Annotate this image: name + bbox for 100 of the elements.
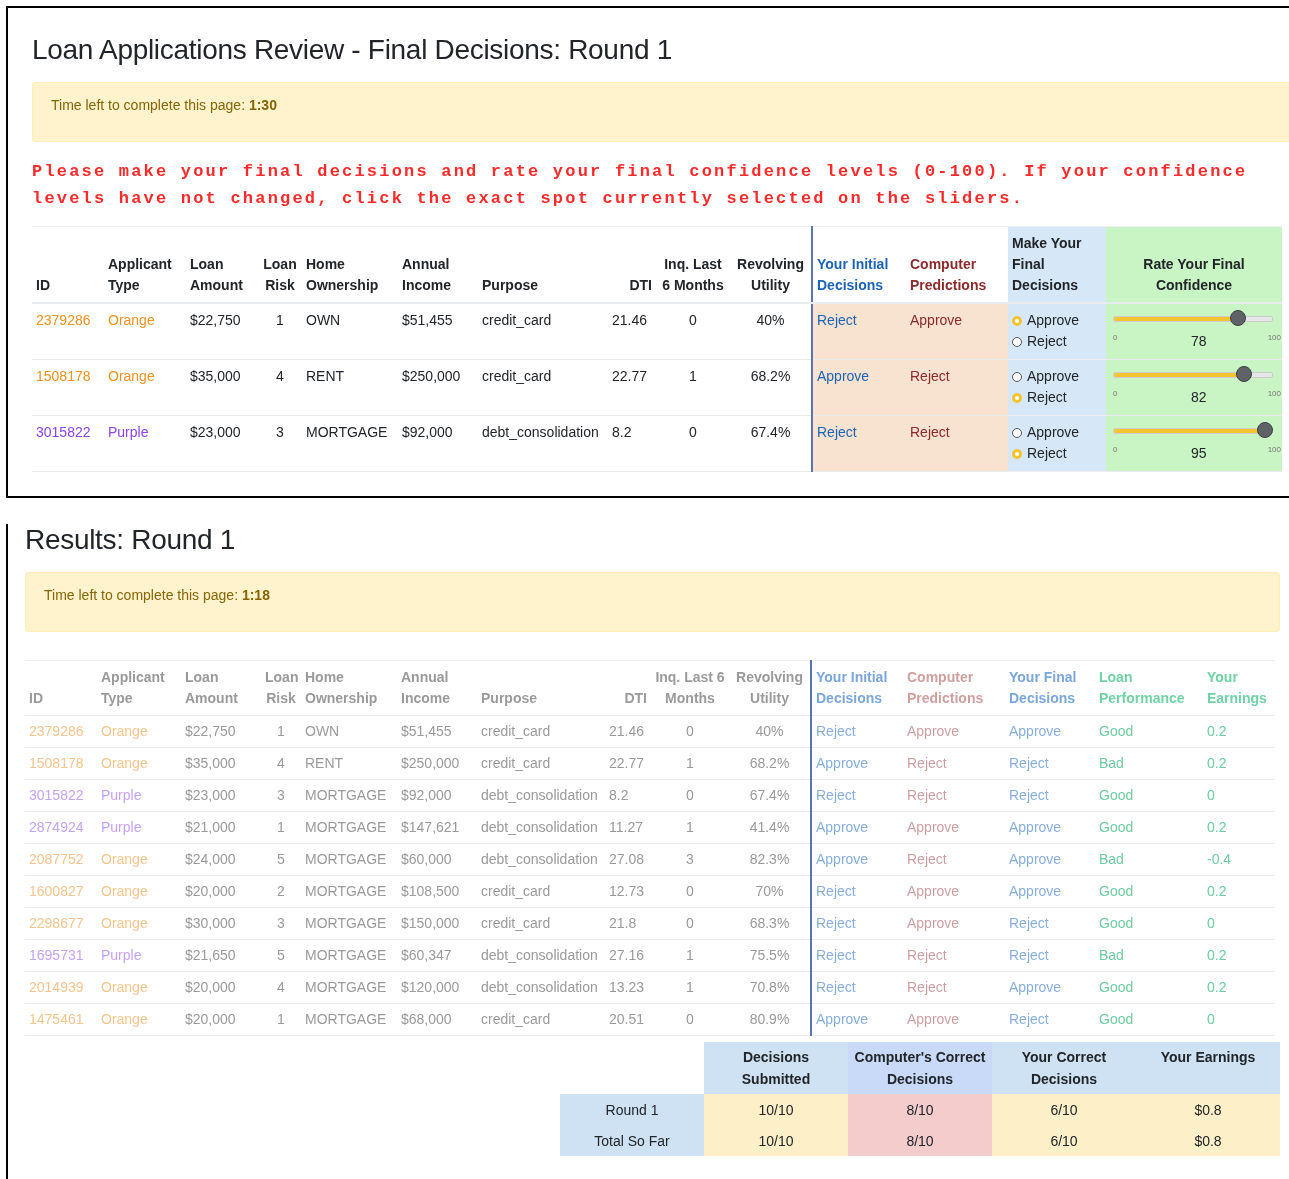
column-header: Applicant Type bbox=[104, 226, 186, 303]
radio-option[interactable]: Approve bbox=[1012, 310, 1102, 331]
table-cell: Approve bbox=[811, 747, 903, 780]
table-cell: MORTGAGE bbox=[301, 1003, 397, 1036]
table-cell: Bad bbox=[1095, 747, 1203, 780]
table-cell: $20,000 bbox=[181, 1003, 261, 1036]
table-cell: Approve bbox=[906, 303, 1008, 360]
confidence-value: 95 bbox=[1191, 444, 1207, 463]
table-cell: debt_consolidation bbox=[477, 971, 605, 1004]
table-cell: $250,000 bbox=[398, 359, 478, 416]
table-cell: 1 bbox=[261, 811, 301, 844]
table-cell: Orange bbox=[97, 875, 181, 908]
column-header: Loan Risk bbox=[261, 660, 301, 716]
table-cell: 0 bbox=[651, 715, 729, 748]
table-cell: Orange bbox=[97, 843, 181, 876]
radio-button[interactable] bbox=[1012, 371, 1022, 382]
table-cell: 41.4% bbox=[729, 811, 811, 844]
table-cell: MORTGAGE bbox=[301, 779, 397, 812]
table-cell: Reject bbox=[811, 907, 903, 940]
table-cell: 13.23 bbox=[605, 971, 651, 1004]
table-cell: $21,650 bbox=[181, 939, 261, 972]
table-cell: 0.2 bbox=[1203, 971, 1275, 1004]
table-cell: $68,000 bbox=[397, 1003, 477, 1036]
table-cell: debt_consolidation bbox=[477, 811, 605, 844]
column-header: Home Ownership bbox=[302, 226, 398, 303]
table-cell: $21,000 bbox=[181, 811, 261, 844]
table-cell: $30,000 bbox=[181, 907, 261, 940]
table-cell: $60,000 bbox=[397, 843, 477, 876]
radio-option[interactable]: Approve bbox=[1012, 422, 1102, 443]
table-cell: Reject bbox=[1005, 939, 1095, 972]
table-cell: Orange bbox=[97, 747, 181, 780]
table-cell: $23,000 bbox=[186, 415, 258, 472]
table-cell: Reject bbox=[812, 303, 906, 360]
row-header: Round 1 bbox=[560, 1094, 704, 1125]
table-cell: 3 bbox=[651, 843, 729, 876]
table-cell: 40% bbox=[729, 715, 811, 748]
timer-notice: Time left to complete this page: 1:18 bbox=[25, 572, 1280, 632]
table-cell: $60,347 bbox=[397, 939, 477, 972]
table-cell: Approve bbox=[1005, 811, 1095, 844]
page-title: Results: Round 1 bbox=[25, 524, 236, 556]
table-cell: 6/10 bbox=[992, 1125, 1136, 1156]
table-cell: $20,000 bbox=[181, 971, 261, 1004]
slider-thumb[interactable] bbox=[1229, 310, 1246, 326]
radio-option[interactable]: Reject bbox=[1012, 331, 1102, 352]
table-cell: Orange bbox=[97, 971, 181, 1004]
scale-label: 100 bbox=[1267, 444, 1281, 456]
table-cell: Orange bbox=[97, 907, 181, 940]
table-cell: Good bbox=[1095, 875, 1203, 908]
slider-thumb[interactable] bbox=[1257, 422, 1273, 438]
table-cell: Reject bbox=[1005, 747, 1095, 780]
table-cell: 21.46 bbox=[605, 715, 651, 748]
table-cell: 22.77 bbox=[605, 747, 651, 780]
table-cell: 8.2 bbox=[605, 779, 651, 812]
timer-notice: Time left to complete this page: 1:30 bbox=[32, 82, 1289, 142]
table-cell: Approve bbox=[811, 1003, 903, 1036]
radio-button[interactable] bbox=[1012, 336, 1022, 347]
table-cell: MORTGAGE bbox=[301, 939, 397, 972]
table-cell: Reject bbox=[811, 971, 903, 1004]
table-cell: OWN bbox=[302, 303, 398, 360]
table-cell: 4 bbox=[261, 747, 301, 780]
radio-option[interactable]: Reject bbox=[1012, 387, 1102, 408]
column-header: Your Correct Decisions bbox=[992, 1042, 1136, 1094]
table-cell: 1 bbox=[656, 359, 730, 416]
column-header: Your Initial Decisions bbox=[811, 660, 903, 716]
radio-button[interactable] bbox=[1012, 427, 1022, 438]
column-header: Computer's Correct Decisions bbox=[848, 1042, 992, 1094]
table-cell: 82.3% bbox=[729, 843, 811, 876]
table-cell: Good bbox=[1095, 779, 1203, 812]
table-cell: $51,455 bbox=[397, 715, 477, 748]
column-header: Rate Your Final Confidence bbox=[1106, 226, 1282, 303]
radio-option[interactable]: Approve bbox=[1012, 366, 1102, 387]
table-cell: $150,000 bbox=[397, 907, 477, 940]
table-cell: credit_card bbox=[477, 1003, 605, 1036]
table-cell: Purple bbox=[97, 811, 181, 844]
table-cell: Approve bbox=[903, 715, 1005, 748]
table-cell: 1 bbox=[258, 303, 302, 360]
table-cell: MORTGAGE bbox=[301, 971, 397, 1004]
table-cell: 0 bbox=[656, 303, 730, 360]
table-cell: 21.8 bbox=[605, 907, 651, 940]
table-cell: Approve bbox=[903, 1003, 1005, 1036]
radio-option[interactable]: Reject bbox=[1012, 443, 1102, 464]
table-cell: 80.9% bbox=[729, 1003, 811, 1036]
table-cell: 2 bbox=[261, 875, 301, 908]
table-cell: 1 bbox=[651, 747, 729, 780]
confidence-value: 82 bbox=[1191, 388, 1207, 407]
confidence-value: 78 bbox=[1191, 332, 1207, 351]
table-cell: 70% bbox=[729, 875, 811, 908]
column-header: Loan Performance bbox=[1095, 660, 1203, 716]
column-header: Decisions Submitted bbox=[704, 1042, 848, 1094]
table-cell: debt_consolidation bbox=[477, 939, 605, 972]
table-cell: 22.77 bbox=[608, 359, 656, 416]
slider-thumb[interactable] bbox=[1236, 366, 1253, 382]
table-cell: 27.08 bbox=[605, 843, 651, 876]
table-cell: 1 bbox=[651, 971, 729, 1004]
table-cell: 67.4% bbox=[729, 779, 811, 812]
table-cell: $147,621 bbox=[397, 811, 477, 844]
column-header: DTI bbox=[605, 660, 651, 716]
table-cell: Approve bbox=[811, 811, 903, 844]
table-cell: Bad bbox=[1095, 843, 1203, 876]
table-cell: 20.51 bbox=[605, 1003, 651, 1036]
